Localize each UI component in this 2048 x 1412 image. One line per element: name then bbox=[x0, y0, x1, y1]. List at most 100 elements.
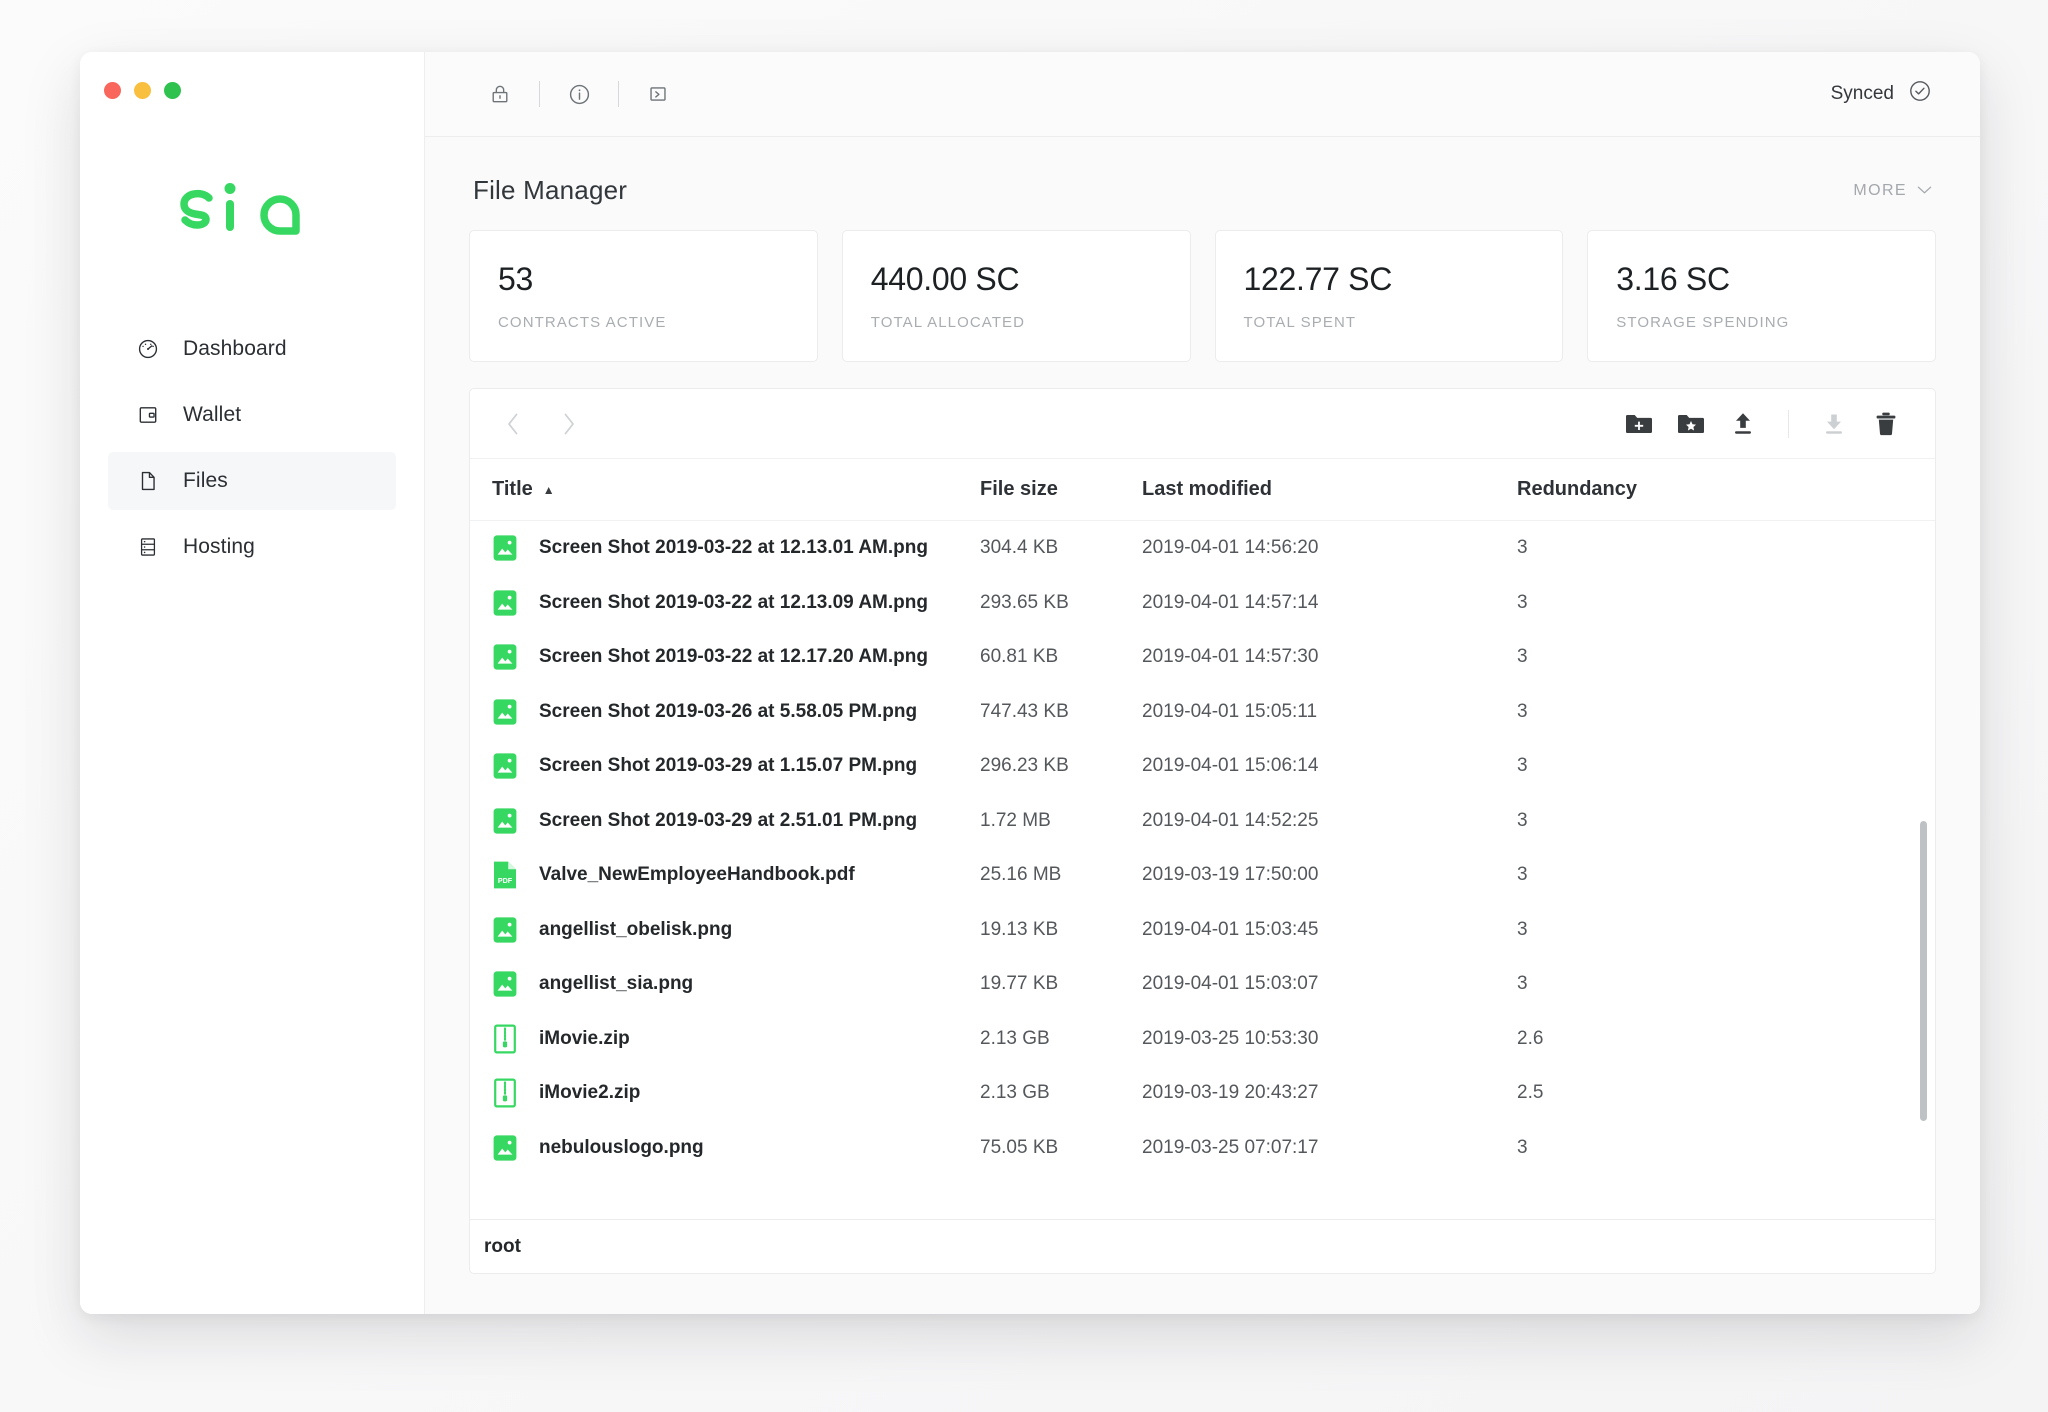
actions-divider bbox=[1788, 409, 1789, 438]
vertical-scrollbar[interactable] bbox=[1920, 821, 1927, 1121]
table-row[interactable]: Screen Shot 2019-03-22 at 12.13.01 AM.pn… bbox=[470, 521, 1935, 576]
top-tool-group bbox=[475, 69, 683, 119]
table-row[interactable]: angellist_obelisk.png 19.13 KB 2019-04-01 … bbox=[470, 903, 1935, 958]
file-table-header: Title ▲ File size Last modified Redundan… bbox=[470, 459, 1935, 521]
stat-value: 122.77 SC bbox=[1243, 261, 1393, 297]
cell-last-modified: 2019-03-25 07:07:17 bbox=[1142, 1136, 1319, 1158]
sync-status[interactable]: Synced bbox=[1831, 79, 1938, 109]
sidebar-item-hosting[interactable]: Hosting bbox=[108, 518, 396, 576]
cell-last-modified: 2019-03-25 10:53:30 bbox=[1142, 1027, 1319, 1049]
table-row[interactable]: Screen Shot 2019-03-22 at 12.17.20 AM.pn… bbox=[470, 630, 1935, 685]
cell-redundancy: 3 bbox=[1517, 537, 1528, 559]
cell-last-modified: 2019-04-01 14:57:14 bbox=[1142, 591, 1319, 613]
cell-last-modified: 2019-03-19 20:43:27 bbox=[1142, 1082, 1319, 1104]
table-row[interactable]: nebulouslogo.png 75.05 KB 2019-03-25 07:07… bbox=[470, 1121, 1935, 1176]
column-header-redundancy[interactable]: Redundancy bbox=[1517, 478, 1909, 501]
cell-file-size: 60.81 KB bbox=[980, 646, 1059, 668]
close-window-button[interactable] bbox=[104, 82, 121, 99]
upload-icon[interactable] bbox=[1720, 401, 1766, 447]
table-row[interactable]: Screen Shot 2019-03-22 at 12.13.09 AM.pn… bbox=[470, 576, 1935, 631]
cell-file-size: 2.13 GB bbox=[980, 1027, 1050, 1049]
file-name: angellist_sia.png bbox=[539, 973, 694, 995]
sidebar: Dashboard Wallet Files Hosting bbox=[80, 52, 425, 1314]
table-row[interactable]: angellist_sia.png 19.77 KB 2019-04-01 15:0… bbox=[470, 957, 1935, 1012]
column-header-last-modified[interactable]: Last modified bbox=[1142, 478, 1517, 501]
chevron-right-icon[interactable] bbox=[548, 403, 590, 445]
new-folder-icon[interactable] bbox=[1616, 401, 1662, 447]
file-name: Screen Shot 2019-03-29 at 1.15.07 PM.png bbox=[539, 755, 918, 777]
chevron-left-icon[interactable] bbox=[492, 403, 534, 445]
table-row[interactable]: PDF Valve_NewEmployeeHandbook.pdf 25.16 MB… bbox=[470, 848, 1935, 903]
cell-title: Screen Shot 2019-03-22 at 12.13.01 AM.pn… bbox=[470, 533, 980, 563]
image-file-icon bbox=[492, 533, 518, 563]
terminal-icon[interactable] bbox=[633, 69, 683, 119]
main-area: Synced File Manager MORE 53 CONTRACTS AC… bbox=[425, 52, 1980, 1314]
stat-card-contracts-active: 53 CONTRACTS ACTIVE bbox=[469, 230, 818, 362]
column-header-file-size[interactable]: File size bbox=[980, 478, 1142, 501]
cell-redundancy: 3 bbox=[1517, 700, 1528, 722]
cell-title: angellist_sia.png bbox=[470, 969, 980, 999]
table-row[interactable]: iMovie.zip 2.13 GB 2019-03-25 10:53:30 2.6 bbox=[470, 1012, 1935, 1067]
toolbar-divider bbox=[618, 81, 619, 107]
sidebar-item-files[interactable]: Files bbox=[108, 452, 396, 510]
file-name: angellist_obelisk.png bbox=[539, 918, 733, 940]
image-file-icon bbox=[492, 969, 518, 999]
sidebar-item-label: Hosting bbox=[183, 535, 255, 558]
file-name: Screen Shot 2019-03-22 at 12.13.09 AM.pn… bbox=[539, 591, 928, 613]
cell-last-modified: 2019-04-01 14:56:20 bbox=[1142, 537, 1319, 559]
cell-file-size: 304.4 KB bbox=[980, 537, 1059, 559]
stat-value: 3.16 SC bbox=[1616, 261, 1730, 297]
more-dropdown[interactable]: MORE bbox=[1853, 182, 1932, 200]
sidebar-item-wallet[interactable]: Wallet bbox=[108, 386, 396, 444]
sync-status-label: Synced bbox=[1830, 83, 1894, 104]
cell-file-size: 747.43 KB bbox=[980, 700, 1069, 722]
table-row[interactable]: Screen Shot 2019-03-26 at 5.58.05 PM.png… bbox=[470, 685, 1935, 740]
cell-redundancy: 3 bbox=[1517, 591, 1528, 613]
sidebar-item-label: Wallet bbox=[183, 403, 242, 426]
image-file-icon bbox=[492, 642, 518, 672]
zoom-window-button[interactable] bbox=[164, 82, 181, 99]
favorite-folder-icon[interactable] bbox=[1668, 401, 1714, 447]
current-path: root bbox=[484, 1235, 521, 1257]
file-name: Screen Shot 2019-03-22 at 12.17.20 AM.pn… bbox=[539, 646, 928, 668]
cell-title: Screen Shot 2019-03-22 at 12.17.20 AM.pn… bbox=[470, 642, 980, 672]
stat-label: STORAGE SPENDING bbox=[1616, 314, 1790, 331]
info-icon[interactable] bbox=[554, 69, 604, 119]
top-toolbar: Synced bbox=[425, 52, 1980, 137]
stat-card-total-spent: 122.77 SC TOTAL SPENT bbox=[1214, 230, 1564, 362]
window-traffic-lights bbox=[96, 74, 189, 107]
delete-icon[interactable] bbox=[1863, 401, 1909, 447]
file-table-body: Screen Shot 2019-03-22 at 12.13.01 AM.pn… bbox=[470, 521, 1935, 1219]
page-title: File Manager bbox=[473, 175, 628, 205]
cell-title: nebulouslogo.png bbox=[470, 1133, 980, 1163]
file-name: Valve_NewEmployeeHandbook.pdf bbox=[539, 864, 855, 886]
cell-file-size: 25.16 MB bbox=[980, 864, 1062, 886]
svg-text:PDF: PDF bbox=[498, 876, 513, 885]
cell-redundancy: 3 bbox=[1517, 646, 1528, 668]
path-footer: root bbox=[470, 1219, 1935, 1273]
screen-canvas: Dashboard Wallet Files Hosting Synced Fi… bbox=[0, 0, 2048, 1412]
cell-file-size: 19.13 KB bbox=[980, 918, 1059, 940]
download-icon[interactable] bbox=[1811, 401, 1857, 447]
cell-redundancy: 2.5 bbox=[1517, 1082, 1544, 1104]
image-file-icon bbox=[492, 915, 518, 945]
table-row[interactable]: Screen Shot 2019-03-29 at 1.15.07 PM.png… bbox=[470, 739, 1935, 794]
image-file-icon bbox=[492, 751, 518, 781]
toolbar-divider bbox=[539, 81, 540, 107]
column-header-title[interactable]: Title ▲ bbox=[470, 478, 980, 501]
file-icon bbox=[136, 470, 159, 493]
table-row[interactable]: Screen Shot 2019-03-29 at 2.51.01 PM.png… bbox=[470, 794, 1935, 849]
table-row[interactable]: iMovie2.zip 2.13 GB 2019-03-19 20:43:27 2.5 bbox=[470, 1066, 1935, 1121]
image-file-icon bbox=[492, 588, 518, 618]
stat-cards: 53 CONTRACTS ACTIVE 440.00 SC TOTAL ALLO… bbox=[469, 230, 1936, 362]
sidebar-item-label: Dashboard bbox=[183, 337, 287, 360]
file-browser-panel: Title ▲ File size Last modified Redundan… bbox=[469, 388, 1936, 1274]
zip-file-icon bbox=[492, 1078, 518, 1108]
cell-redundancy: 3 bbox=[1517, 918, 1528, 940]
cell-title: PDF Valve_NewEmployeeHandbook.pdf bbox=[470, 860, 980, 890]
pdf-file-icon: PDF bbox=[492, 860, 518, 890]
lock-icon[interactable] bbox=[475, 69, 525, 119]
sidebar-item-dashboard[interactable]: Dashboard bbox=[108, 320, 396, 378]
image-file-icon bbox=[492, 806, 518, 836]
minimize-window-button[interactable] bbox=[134, 82, 151, 99]
